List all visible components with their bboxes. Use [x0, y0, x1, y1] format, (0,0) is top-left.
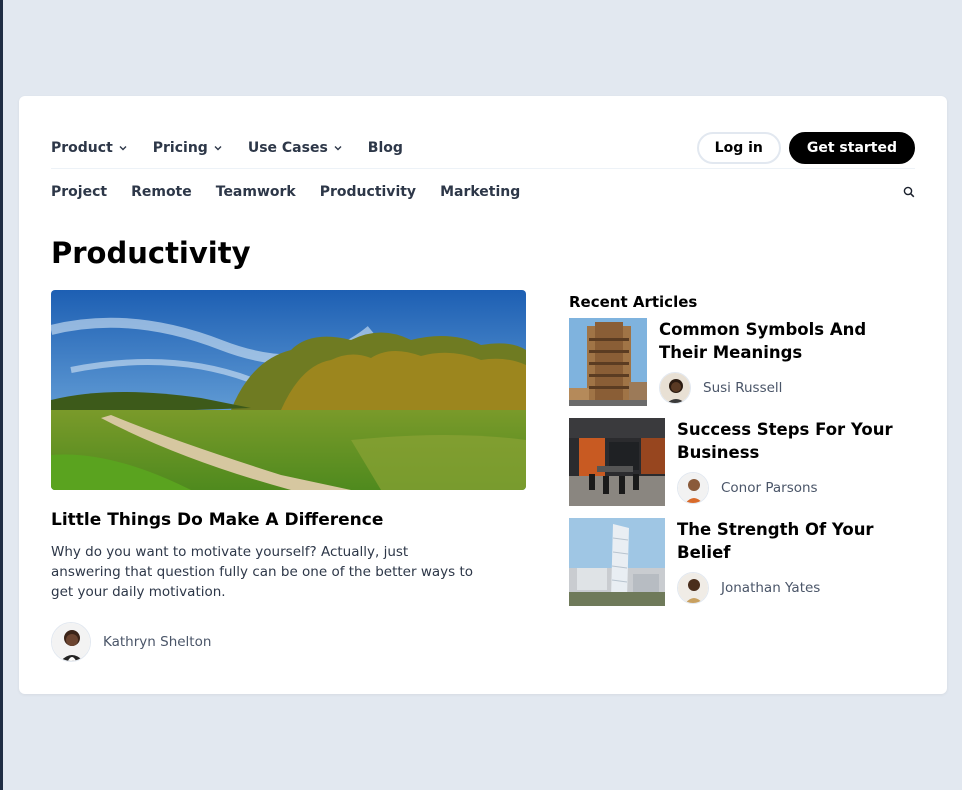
category-productivity[interactable]: Productivity: [320, 184, 416, 200]
nav-use-cases[interactable]: Use Cases: [248, 140, 342, 156]
blog-card: Product Pricing Use Cases Blog Log in Ge…: [19, 96, 947, 694]
author-name: Susi Russell: [703, 380, 783, 396]
featured-title[interactable]: Little Things Do Make A Difference: [51, 510, 383, 530]
featured-image[interactable]: [51, 290, 526, 490]
avatar: [51, 622, 91, 662]
article-title[interactable]: The Strength Of Your Belief: [677, 518, 905, 564]
nav-pricing-label: Pricing: [152, 140, 208, 156]
nav-blog[interactable]: Blog: [368, 140, 403, 156]
category-marketing[interactable]: Marketing: [440, 184, 520, 200]
nav-pricing[interactable]: Pricing: [153, 140, 222, 156]
article-title[interactable]: Common Symbols And Their Meanings: [659, 318, 905, 364]
category-project[interactable]: Project: [51, 184, 107, 200]
chevron-down-icon: [119, 146, 127, 151]
search-icon[interactable]: [903, 186, 915, 198]
login-button[interactable]: Log in: [696, 132, 781, 164]
list-item[interactable]: The Strength Of Your Belief Jonathan Yat…: [569, 518, 905, 606]
recent-articles-heading: Recent Articles: [569, 293, 698, 311]
list-item[interactable]: Common Symbols And Their Meanings Susi R…: [569, 318, 905, 406]
author-name: Conor Parsons: [721, 480, 818, 496]
author-name: Jonathan Yates: [721, 580, 821, 596]
avatar: [659, 372, 691, 404]
author-name: Kathryn Shelton: [103, 634, 212, 650]
window-edge: [0, 0, 3, 790]
nav-product[interactable]: Product: [51, 140, 127, 156]
category-remote[interactable]: Remote: [131, 184, 192, 200]
nav-product-label: Product: [51, 140, 113, 156]
article-author: Susi Russell: [659, 372, 905, 404]
chevron-down-icon: [334, 146, 342, 151]
page-title: Productivity: [51, 236, 251, 270]
avatar: [677, 472, 709, 504]
article-title[interactable]: Success Steps For Your Business: [677, 418, 905, 464]
featured-excerpt: Why do you want to motivate yourself? Ac…: [51, 544, 474, 600]
nav-use-cases-label: Use Cases: [247, 140, 328, 156]
article-thumbnail[interactable]: [569, 318, 647, 406]
featured-author: Kathryn Shelton: [51, 622, 211, 662]
get-started-button[interactable]: Get started: [788, 132, 915, 164]
article-thumbnail[interactable]: [569, 418, 665, 506]
article-author: Jonathan Yates: [677, 572, 905, 604]
category-teamwork[interactable]: Teamwork: [216, 184, 296, 200]
chevron-down-icon: [214, 146, 222, 151]
avatar: [677, 572, 709, 604]
list-item[interactable]: Success Steps For Your Business Conor Pa…: [569, 418, 905, 506]
nav-divider: [51, 168, 915, 169]
article-author: Conor Parsons: [677, 472, 905, 504]
article-thumbnail[interactable]: [569, 518, 665, 606]
category-nav: Project Remote Teamwork Productivity Mar…: [51, 180, 915, 204]
nav-blog-label: Blog: [367, 140, 403, 156]
top-nav: Product Pricing Use Cases Blog Log in Ge…: [51, 128, 915, 168]
